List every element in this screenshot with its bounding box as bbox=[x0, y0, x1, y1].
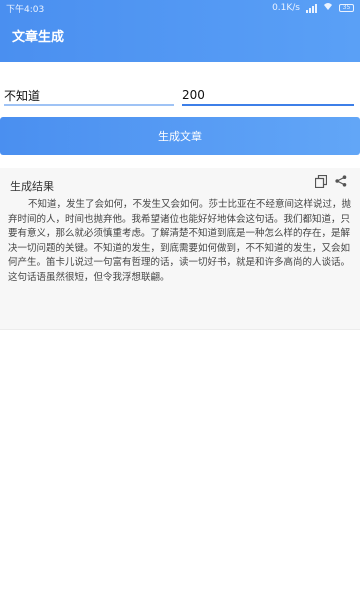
result-actions bbox=[314, 174, 348, 188]
status-time: 下午4:03 bbox=[6, 4, 45, 15]
length-input[interactable] bbox=[182, 80, 354, 106]
page-title: 文章生成 bbox=[12, 30, 65, 45]
share-icon[interactable] bbox=[334, 174, 348, 188]
keyword-input[interactable] bbox=[4, 80, 174, 106]
wifi-icon bbox=[323, 2, 333, 14]
app-bar: 下午4:03 0.1K/s 35 文章生成 bbox=[0, 0, 360, 62]
status-right: 0.1K/s 35 bbox=[272, 2, 354, 14]
result-text: 不知道，发生了会如何，不发生又会如何。莎士比亚在不经意间这样说过，抛弃时间的人，… bbox=[8, 199, 351, 283]
result-card: 生成结果 不知道，发生了会如何，不发生又会如何。莎士比亚在不经意间这样说过，抛弃… bbox=[0, 168, 360, 330]
battery-icon: 35 bbox=[339, 4, 354, 12]
result-label: 生成结果 bbox=[10, 180, 54, 193]
generate-button[interactable]: 生成文章 bbox=[0, 117, 360, 155]
status-bar: 下午4:03 0.1K/s 35 bbox=[0, 0, 360, 16]
battery-level: 35 bbox=[339, 4, 354, 12]
copy-icon[interactable] bbox=[314, 174, 328, 188]
input-row bbox=[0, 80, 360, 110]
signal-icon bbox=[306, 3, 317, 13]
network-speed: 0.1K/s bbox=[272, 3, 300, 13]
